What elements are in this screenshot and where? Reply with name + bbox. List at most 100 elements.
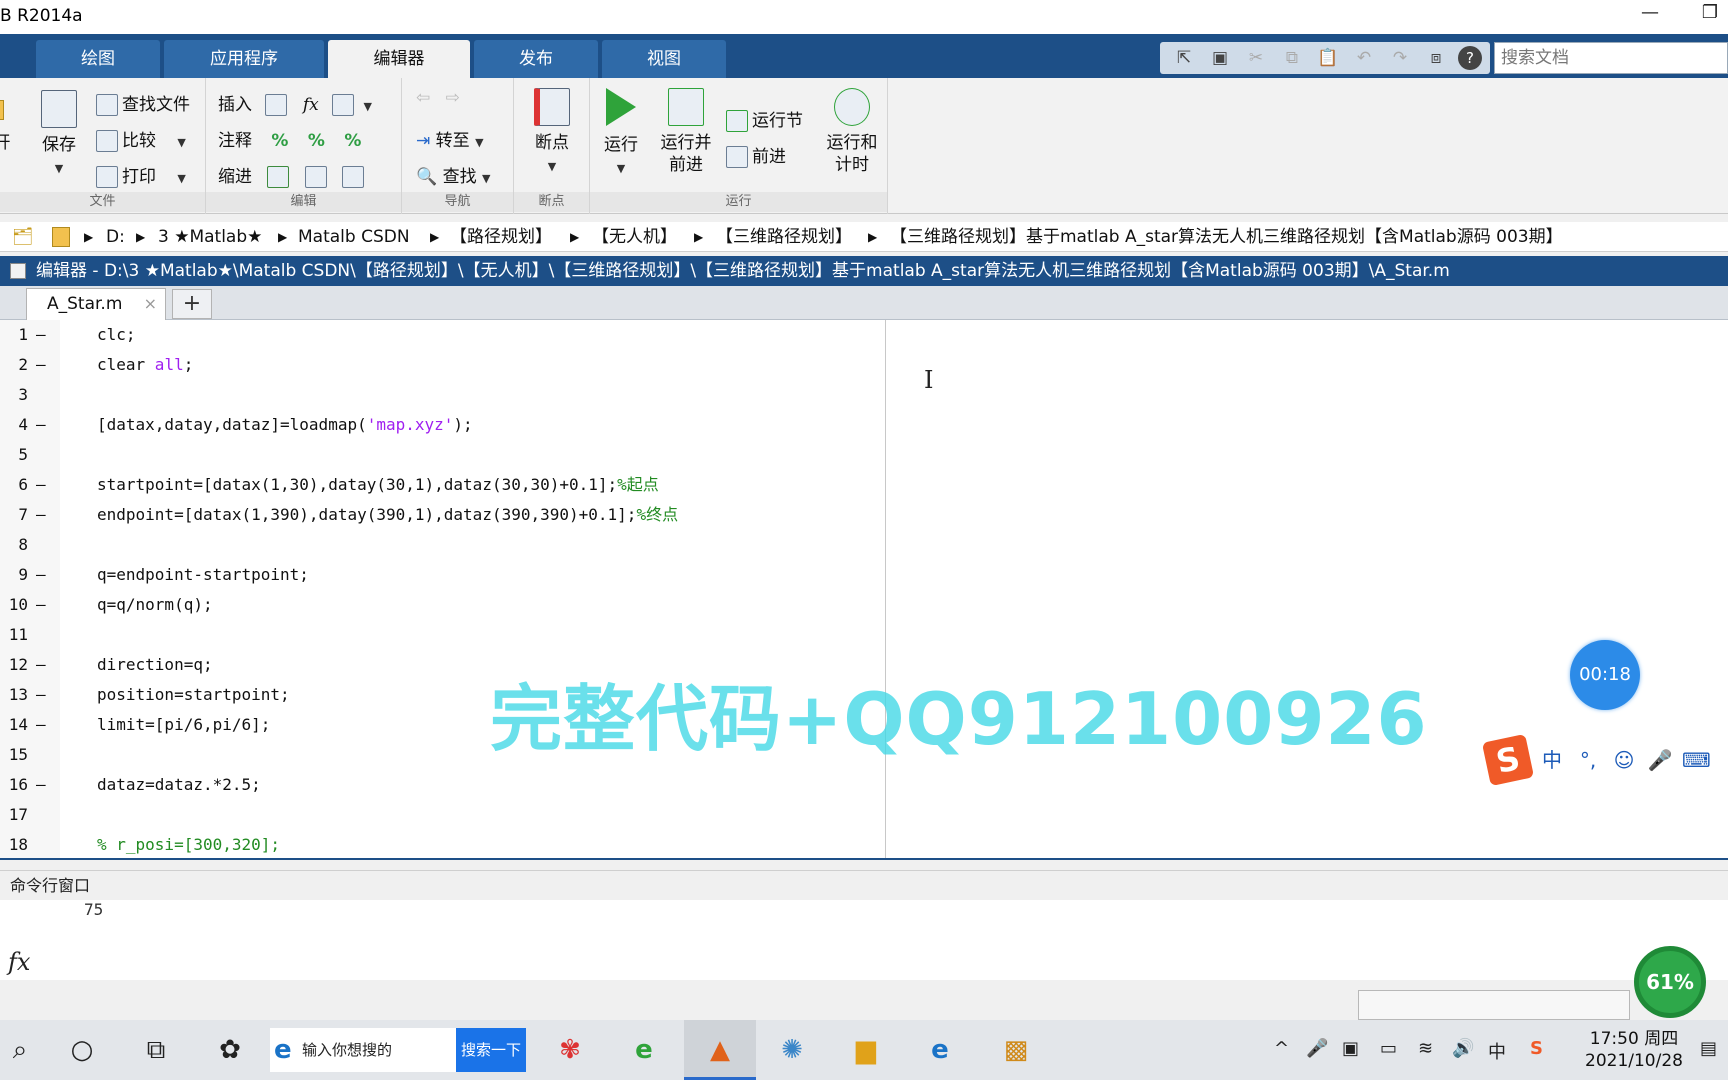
code-line[interactable]: position=startpoint; [97,680,290,710]
back-arrow-icon[interactable]: ⇦ [416,88,430,108]
path-segment[interactable]: 3 ★Matlab★ [158,222,262,251]
indent-button[interactable]: 缩进 [218,162,368,188]
comment-button[interactable]: 注释 % % % [218,126,361,151]
app-pinwheel-icon[interactable]: ✿ [210,1030,250,1070]
decrease-indent-icon[interactable] [342,166,365,188]
breakpoint-marker[interactable]: — [36,650,46,680]
tab-apps[interactable]: 应用程序 [164,40,324,78]
code-editor[interactable]: 1 — 2 — 3 4 — 5 6 — 7 — 8 9 — 10 — 11 12 — 13 — 14 — 15 16 — 17 18 c… [0,320,1728,860]
compare-button[interactable]: 比较 ▼ [96,126,186,152]
edge-browser-icon[interactable]: e [624,1030,664,1070]
browser-icon[interactable]: e [920,1030,960,1070]
browser-search-button[interactable]: 搜索一下 [456,1028,526,1072]
code-line[interactable]: direction=q; [97,650,213,680]
paste-icon[interactable]: 📋 [1316,46,1340,70]
breakpoint-marker[interactable]: — [36,320,46,350]
path-segment[interactable]: D: [106,222,125,251]
battery-icon[interactable]: ▭ [1380,1038,1397,1059]
path-segment[interactable]: 【无人机】 [592,222,677,251]
sogou-tray-icon[interactable]: S [1530,1038,1543,1059]
path-segment[interactable]: 【路径规划】 [450,222,552,251]
code-line[interactable]: limit=[pi/6,pi/6]; [97,710,270,740]
volume-icon[interactable]: 🔊 [1452,1038,1474,1059]
fx-prompt-icon[interactable]: fx [8,948,30,976]
code-line[interactable]: q=endpoint-startpoint; [97,560,309,590]
code-line[interactable]: % r_posi=[300,320]; [97,830,280,860]
breakpoint-marker[interactable]: — [36,560,46,590]
breakpoint-marker[interactable]: — [36,470,46,500]
path-segment[interactable]: 【三维路径规划】 [716,222,852,251]
find-button[interactable]: 🔍 查找 ▼ [416,162,490,187]
forward-arrow-icon[interactable]: ⇨ [446,88,460,108]
save-button[interactable]: 保存 ▼ [34,90,84,180]
breakpoint-marker[interactable]: — [36,410,46,440]
search-icon[interactable]: ⌕ [0,1030,40,1070]
input-language-indicator[interactable]: 中 [1488,1038,1506,1064]
tab-view[interactable]: 视图 [602,40,726,78]
uncomment-icon[interactable]: % [308,131,325,151]
code-line[interactable]: clear all; [97,350,193,380]
breakpoint-marker[interactable]: — [36,590,46,620]
tab-plots[interactable]: 绘图 [36,40,160,78]
search-docs-input[interactable]: 搜索文档 [1494,42,1728,74]
run-section-button[interactable]: 运行节 [726,106,803,132]
code-line[interactable]: [datax,datay,dataz]=loadmap('map.xyz'); [97,410,473,440]
tab-publish[interactable]: 发布 [474,40,598,78]
file-tab-a-star[interactable]: A_Star.m × [26,288,166,320]
breakpoint-marker[interactable]: — [36,680,46,710]
insert-button[interactable]: 插入 fx ▼ [218,90,372,116]
breakpoint-marker[interactable]: — [36,710,46,740]
function-icon[interactable] [332,94,355,116]
breakpoint-marker[interactable]: — [36,350,46,380]
command-window[interactable]: 75 fx [0,900,1728,980]
wrap-comment-icon[interactable]: % [344,131,361,151]
breakpoints-button[interactable]: 断点 ▼ [524,88,580,178]
increase-indent-icon[interactable] [304,166,327,188]
archive-app-icon[interactable]: ▩ [996,1030,1036,1070]
recording-timer[interactable]: 00:18 [1570,640,1640,710]
cut-icon[interactable]: ✂ [1244,46,1268,70]
network-app-icon[interactable]: ✺ [772,1030,812,1070]
run-and-advance-button[interactable]: 运行并 前进 [656,88,716,176]
ime-keyboard-icon[interactable]: ⌨ [1682,746,1711,774]
fx-icon[interactable]: fx [303,95,319,115]
code-line[interactable]: q=q/norm(q); [97,590,213,620]
help-icon[interactable]: ? [1458,46,1482,70]
run-and-time-button[interactable]: 运行和 计时 [822,88,882,176]
redo-icon[interactable]: ↷ [1388,46,1412,70]
new-tab-button[interactable]: + [172,289,212,319]
new-icon[interactable]: ⇱ [1172,46,1196,70]
advance-button[interactable]: 前进 [726,142,786,168]
tab-editor[interactable]: 编辑器 [328,40,470,78]
speed-badge[interactable]: 61% [1634,946,1706,1018]
window-switch-icon[interactable]: ⧈ [1424,46,1448,70]
notification-icon[interactable]: ▤ [1700,1038,1717,1059]
code-line[interactable]: clc; [97,320,136,350]
restore-button[interactable]: ❐ [1690,2,1728,30]
run-button[interactable]: 运行 ▼ [596,88,646,180]
path-segment[interactable]: 【三维路径规划】基于matlab A_star算法无人机三维路径规划【含Matl… [890,222,1563,251]
wifi-icon[interactable]: ≋ [1418,1038,1433,1059]
goto-button[interactable]: ⇥ 转至 ▼ [416,126,484,151]
browse-folder-icon[interactable]: 🗂 [12,222,34,251]
percent-icon[interactable]: % [271,131,288,151]
breakpoint-marker[interactable]: — [36,770,46,800]
breakpoint-marker[interactable]: — [36,500,46,530]
code-line[interactable]: endpoint=[datax(1,390),datay(390,1),data… [97,500,678,530]
close-icon[interactable]: × [144,289,157,319]
task-view-icon[interactable]: ⧉ [136,1030,176,1070]
file-explorer-icon[interactable]: ▆ [846,1030,886,1070]
show-hidden-icons[interactable]: ^ [1274,1038,1289,1059]
pinned-app-icon[interactable]: ✾ [550,1030,590,1070]
print-button[interactable]: 打印 ▼ [96,162,186,188]
ime-voice-icon[interactable]: 🎤 [1646,746,1674,774]
browser-search-input[interactable]: e 输入你想搜的 [270,1028,456,1072]
smart-indent-icon[interactable] [267,166,290,188]
open-button[interactable]: 开 [0,100,14,154]
chevron-down-icon[interactable]: ▼ [364,100,372,113]
undo-icon[interactable]: ↶ [1352,46,1376,70]
nav-arrows[interactable]: ⇦ ⇨ [416,88,460,108]
system-clock[interactable]: 17:50 周四 2021/10/28 [1574,1028,1694,1072]
path-segment[interactable]: Matalb CSDN [298,222,410,251]
current-folder-bar[interactable]: 🗂 ▶ D: ▶ 3 ★Matlab★ ▶ Matalb CSDN ▶ 【路径规… [0,222,1728,252]
